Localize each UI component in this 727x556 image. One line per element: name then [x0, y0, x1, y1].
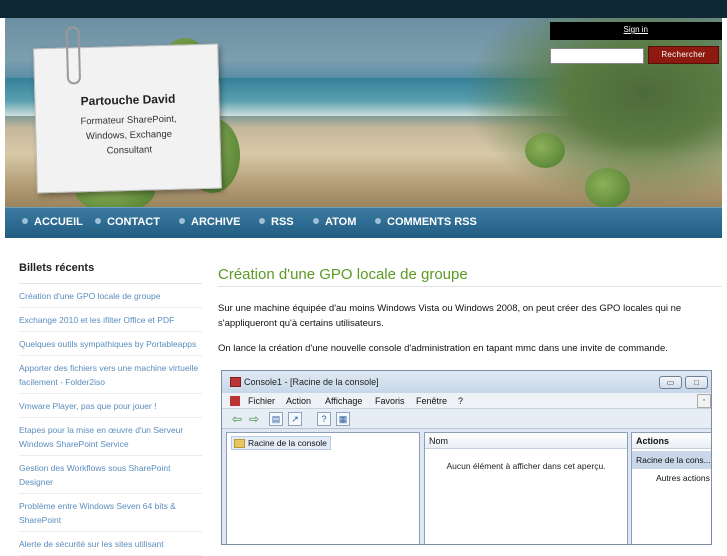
bullet-icon — [259, 218, 265, 224]
author-name: Partouche David — [80, 91, 176, 109]
bullet-icon — [375, 218, 381, 224]
nav-item-comments-rss[interactable]: COMMENTS RSS — [375, 216, 477, 228]
window-menubar: Fichier Action Affichage Favoris Fenêtre… — [222, 393, 711, 409]
recent-post-link[interactable]: Apporter des fichiers vers une machine v… — [19, 356, 202, 394]
empty-message: Aucun élément à afficher dans cet aperçu… — [446, 461, 606, 471]
recent-post-link[interactable]: Création d'une GPO locale de groupe — [19, 284, 202, 308]
nav-label: COMMENTS RSS — [387, 216, 477, 228]
banner-cactus — [585, 168, 630, 207]
recent-post-link[interactable]: Alerte de sécurité sur les sites utilisa… — [19, 532, 202, 556]
signin-link[interactable]: Sign in — [624, 25, 648, 34]
menu-item: Action — [286, 396, 312, 406]
author-card: Partouche David Formateur SharePoint, Wi… — [33, 26, 222, 194]
nav-item-rss[interactable]: RSS — [259, 216, 294, 228]
menu-item: Fichier — [248, 396, 276, 406]
bullet-icon — [179, 218, 185, 224]
post-title[interactable]: Création d'une GPO locale de groupe — [218, 266, 722, 287]
top-strip — [0, 0, 727, 18]
bullet-icon — [313, 218, 319, 224]
properties-icon: ▦ — [336, 412, 350, 426]
main-nav: ACCUEIL CONTACT ARCHIVE RSS ATOM COMMENT… — [5, 207, 722, 238]
back-arrow-icon: ⇦ — [231, 412, 243, 426]
details-pane: Nom Aucun élément à afficher dans cet ap… — [424, 432, 628, 544]
tree-item-label: Racine de la console — [248, 438, 327, 448]
console-tree-icon: ▤ — [269, 412, 283, 426]
menu-item: Affichage — [325, 396, 363, 406]
folder-icon — [234, 439, 245, 448]
column-header-name: Nom — [425, 433, 627, 449]
post-paragraph: On lance la création d'une nouvelle cons… — [218, 343, 668, 354]
paperclip-icon — [65, 26, 82, 85]
menu-item: Favoris — [375, 396, 405, 406]
header-banner: Partouche David Formateur SharePoint, Wi… — [5, 18, 722, 207]
post-screenshot-mmc: Console1 - [Racine de la console] ▭ □ Fi… — [221, 370, 712, 545]
window-toolbar: ⇦ ⇨ ▤ ↗ ? ▦ — [222, 409, 711, 429]
recent-post-link[interactable]: Exchange 2010 et les ifilter Office et P… — [19, 308, 202, 332]
bullet-icon — [22, 218, 28, 224]
recent-post-link[interactable]: Quelques outils sympathiques by Portable… — [19, 332, 202, 356]
sidebar-recent-posts: Billets récents Création d'une GPO local… — [19, 262, 202, 556]
recent-post-link[interactable]: Gestion des Workflows sous SharePoint De… — [19, 456, 202, 494]
nav-item-atom[interactable]: ATOM — [313, 216, 356, 228]
signin-bar: Sign in — [550, 22, 722, 40]
help-icon: ? — [317, 412, 331, 426]
menu-item: Fenêtre — [416, 396, 448, 406]
nav-label: ATOM — [325, 216, 357, 228]
banner-cactus — [525, 133, 565, 168]
menu-item: ? — [458, 396, 464, 406]
nav-label: ARCHIVE — [191, 216, 241, 228]
forward-arrow-icon: ⇨ — [248, 412, 260, 426]
maximize-icon: □ — [685, 376, 708, 389]
recent-post-link[interactable]: Vmware Player, pas que pour jouer ! — [19, 394, 202, 418]
window-titlebar: Console1 - [Racine de la console] ▭ □ — [222, 371, 711, 393]
tree-item-root: Racine de la console — [231, 436, 331, 450]
actions-header: Actions — [632, 433, 711, 449]
bullet-icon — [95, 218, 101, 224]
nav-label: ACCUEIL — [34, 216, 83, 228]
export-icon: ↗ — [288, 412, 302, 426]
author-role: Formateur SharePoint, Windows, Exchange … — [80, 113, 177, 157]
restore-icon: ▫ — [697, 394, 711, 408]
window-title: Console1 - [Racine de la console] — [244, 377, 379, 387]
mmc-icon — [230, 377, 241, 387]
nav-item-contact[interactable]: CONTACT — [95, 216, 160, 228]
nav-item-archive[interactable]: ARCHIVE — [179, 216, 241, 228]
minimize-icon: ▭ — [659, 376, 682, 389]
nav-label: CONTACT — [107, 216, 160, 228]
nav-label: RSS — [271, 216, 294, 228]
post-body: Sur une machine équipée d'au moins Windo… — [218, 301, 722, 356]
actions-pane: Actions Racine de la cons... Autres acti… — [631, 432, 711, 544]
search-input[interactable] — [550, 48, 644, 64]
nav-item-accueil[interactable]: ACCUEIL — [22, 216, 83, 228]
post-content: Création d'une GPO locale de groupe Sur … — [218, 266, 722, 356]
actions-item: Autres actions — [656, 473, 710, 483]
console-tree-pane: Racine de la console — [226, 432, 420, 544]
recent-post-link[interactable]: Problème entre Windows Seven 64 bits & S… — [19, 494, 202, 532]
recent-post-link[interactable]: Etapes pour la mise en œuvre d'un Serveu… — [19, 418, 202, 456]
actions-subheader: Racine de la cons... — [632, 451, 711, 469]
sidebar-heading: Billets récents — [19, 262, 202, 284]
mmc-icon — [230, 396, 240, 406]
post-paragraph: Sur une machine équipée d'au moins Windo… — [218, 303, 682, 329]
search-button[interactable]: Rechercher — [648, 46, 719, 64]
